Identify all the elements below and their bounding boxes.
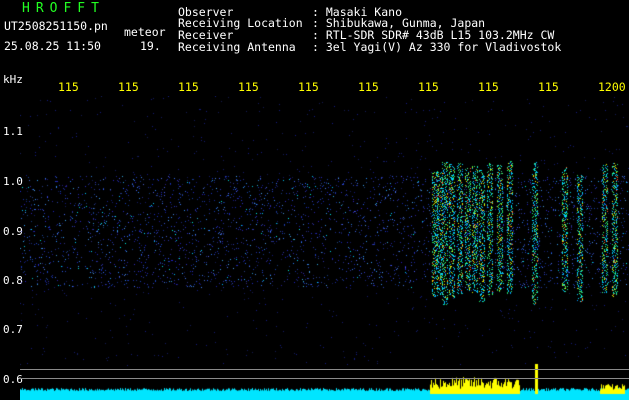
x-tick-6: 115 xyxy=(358,80,379,94)
hrofft-screen: HROFFT UT2508251150.pn meteor 25.08.25 1… xyxy=(0,0,629,400)
x-tick-7: 115 xyxy=(418,80,439,94)
x-tick-3: 115 xyxy=(178,80,199,94)
antenna-label: Receiving Antenna xyxy=(178,40,296,54)
brand-title: HROFFT xyxy=(22,1,105,16)
x-tick-9: 115 xyxy=(538,80,559,94)
antenna-value: : 3el Yagi(V) Az 330 for Vladivostok xyxy=(312,40,562,54)
date-time: 25.08.25 11:50 xyxy=(4,39,101,53)
spectrogram-waterfall xyxy=(20,96,629,400)
signal-level-line-upper xyxy=(20,369,629,370)
x-tick-5: 115 xyxy=(298,80,319,94)
meteor-tag: meteor xyxy=(124,25,166,39)
file-name: UT2508251150.pn xyxy=(4,19,108,33)
signal-level-line-lower xyxy=(20,378,629,379)
x-tick-4: 115 xyxy=(238,80,259,94)
x-tick-1: 115 xyxy=(58,80,79,94)
x-tick-2: 115 xyxy=(118,80,139,94)
x-tick-8: 115 xyxy=(478,80,499,94)
x-tick-10: 1200 xyxy=(598,80,626,94)
minute-label: 19. xyxy=(140,39,161,53)
y-axis-unit: kHz xyxy=(3,73,23,86)
